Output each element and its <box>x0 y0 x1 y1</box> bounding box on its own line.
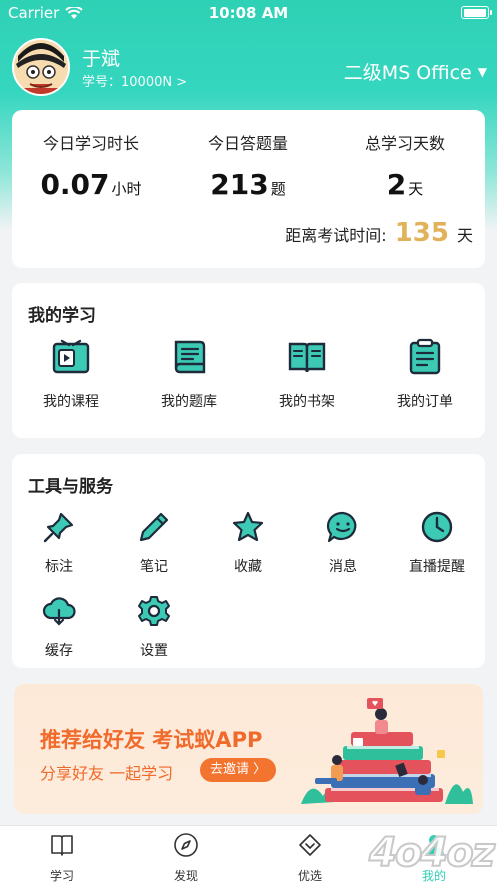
my-orders-label: 我的订单 <box>397 394 453 410</box>
tool-live-reminder-label: 直播提醒 <box>409 559 465 575</box>
exam-countdown: 距离考试时间: 135 天 <box>285 218 473 248</box>
stats-card: 今日学习时长 0.07 小时 今日答题量 213 题 总学习天数 2天 距离考试时间… <box>12 110 485 268</box>
diamond-icon <box>299 834 321 856</box>
tools-card: 工具与服务 标注 笔记 收藏 消息 直播提醒 缓存 设置 <box>12 454 485 668</box>
bookshelf-icon <box>288 342 326 373</box>
question-bank-icon <box>174 340 206 374</box>
course-icon <box>52 339 90 374</box>
stat-study-time: 今日学习时长 0.07 小时 <box>16 130 166 201</box>
tool-cache-button[interactable]: 缓存 <box>12 594 106 660</box>
my-bookshelf-label: 我的书架 <box>279 394 335 410</box>
countdown-unit: 天 <box>456 226 473 245</box>
stat-unit: 题 <box>270 180 286 198</box>
banner-title: 推荐给好友 考试蚁APP <box>40 728 263 752</box>
cloud-download-icon <box>42 597 76 626</box>
course-selector-label: 二级MS Office <box>343 62 472 84</box>
tool-mark-label: 标注 <box>45 559 73 575</box>
battery-fill <box>463 8 486 17</box>
message-icon <box>326 511 357 543</box>
stat-total-days: 总学习天数 2天 <box>330 130 480 201</box>
tab-study-label: 学习 <box>49 869 74 883</box>
my-question-bank-label: 我的题库 <box>161 394 217 410</box>
my-course-button[interactable]: 我的课程 <box>12 337 130 411</box>
section-title-tools: 工具与服务 <box>28 477 113 497</box>
student-id-link[interactable]: 学号：10000N > <box>82 71 187 90</box>
invite-button[interactable]: 去邀请 〉 <box>200 758 277 782</box>
status-bar: Carrier 10:08 AM <box>0 0 497 26</box>
my-bookshelf-button[interactable]: 我的书架 <box>248 337 366 411</box>
stat-label: 今日答题量 <box>207 134 288 153</box>
reading-illustration <box>301 698 473 804</box>
stat-value: 213 <box>210 168 269 201</box>
course-selector[interactable]: 二级MS Office ▼ <box>344 58 487 85</box>
stat-questions: 今日答题量 213 题 <box>173 130 323 201</box>
caret-down-icon: ▼ <box>477 64 487 79</box>
tool-settings-button[interactable]: 设置 <box>107 594 201 660</box>
tool-favorites-button[interactable]: 收藏 <box>201 510 295 576</box>
tool-live-reminder-button[interactable]: 直播提醒 <box>390 510 484 576</box>
section-title-my-study: 我的学习 <box>28 306 96 326</box>
username: 于斌 <box>82 48 121 70</box>
tab-discover[interactable]: 发现 <box>124 832 248 883</box>
countdown-label: 距离考试时间: <box>285 226 387 245</box>
tool-messages-label: 消息 <box>329 559 357 575</box>
clock: 10:08 AM <box>208 4 289 22</box>
countdown-days: 135 <box>394 218 449 248</box>
gear-icon <box>138 596 170 626</box>
stat-label: 总学习天数 <box>364 134 445 153</box>
tool-notes-label: 笔记 <box>140 559 168 575</box>
stat-value: 0.07 <box>40 168 110 201</box>
stat-value: 2 <box>386 168 407 201</box>
tool-settings-label: 设置 <box>140 643 168 659</box>
my-question-bank-button[interactable]: 我的题库 <box>130 337 248 411</box>
my-study-card: 我的学习 我的课程 我的题库 我的书架 我的订单 <box>12 283 485 438</box>
banner-subtitle: 分享好友 一起学习 <box>40 764 174 783</box>
avatar-image <box>14 40 68 94</box>
tab-featured-label: 优选 <box>297 869 322 883</box>
stat-unit: 小时 <box>111 180 142 198</box>
tab-discover-label: 发现 <box>173 869 198 883</box>
tool-favorites-label: 收藏 <box>234 559 262 575</box>
order-icon <box>409 338 441 375</box>
tab-study[interactable]: 学习 <box>0 832 124 883</box>
site-watermark: 4o4oz <box>368 829 496 877</box>
book-icon <box>51 835 73 856</box>
profile-header[interactable]: 于斌 学号：10000N > 二级MS Office ▼ <box>12 38 487 98</box>
tab-featured[interactable]: 优选 <box>248 832 372 883</box>
tool-cache-label: 缓存 <box>45 643 73 659</box>
tool-notes-button[interactable]: 笔记 <box>107 510 201 576</box>
avatar[interactable] <box>12 38 70 96</box>
invite-banner[interactable]: 推荐给好友 考试蚁APP 分享好友 一起学习 去邀请 〉 <box>14 684 483 814</box>
tool-messages-button[interactable]: 消息 <box>296 510 390 576</box>
pin-icon <box>43 512 74 543</box>
battery-icon <box>461 6 492 19</box>
my-course-label: 我的课程 <box>43 394 99 410</box>
stat-label: 今日学习时长 <box>42 134 139 153</box>
stat-value-row: 2天 <box>330 168 480 201</box>
stat-unit: 天 <box>408 180 424 198</box>
tool-mark-button[interactable]: 标注 <box>12 510 106 576</box>
stat-value-row: 0.07 小时 <box>16 168 166 201</box>
star-icon <box>232 511 264 542</box>
compass-icon <box>174 833 198 857</box>
clock-icon <box>421 511 453 543</box>
pencil-icon <box>139 512 169 542</box>
stat-value-row: 213 题 <box>173 168 323 201</box>
my-orders-button[interactable]: 我的订单 <box>366 337 484 411</box>
